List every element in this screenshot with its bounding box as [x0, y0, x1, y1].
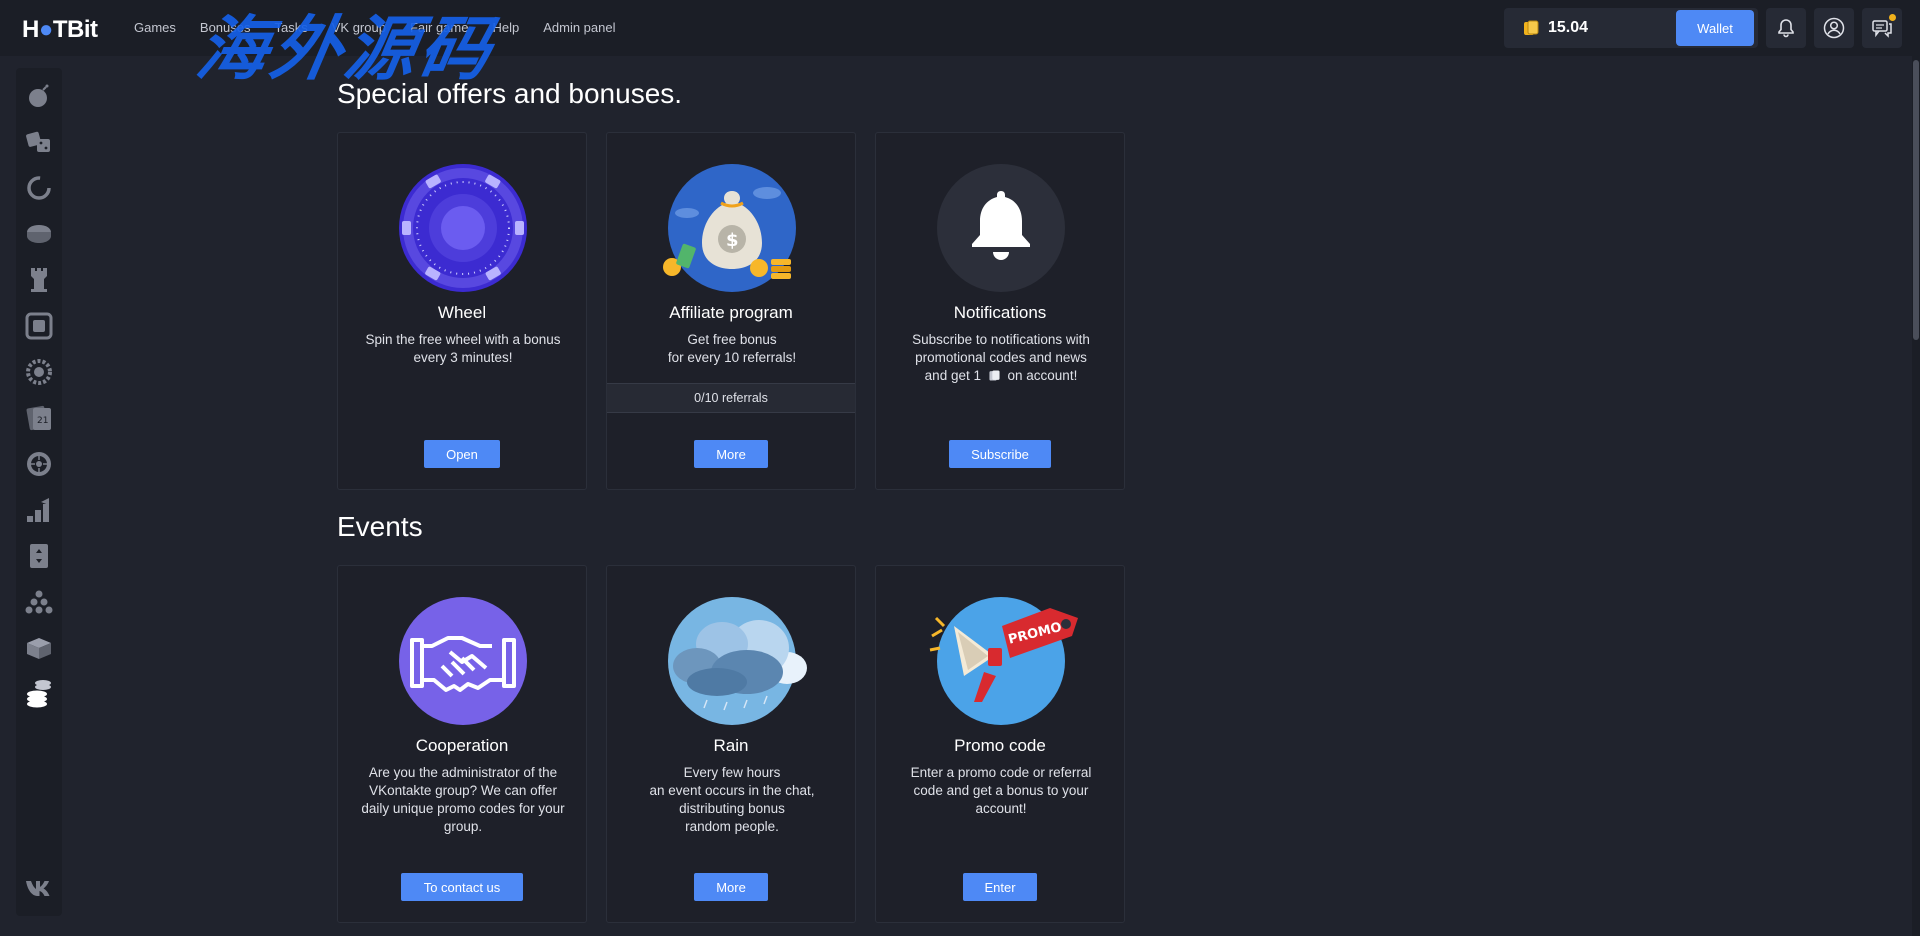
- rain-card: Rain Every few hours an event occurs in …: [606, 565, 856, 923]
- stairs-icon[interactable]: [23, 494, 55, 526]
- coin-icon: [989, 370, 1000, 381]
- balance-value: 15.04: [1548, 19, 1589, 36]
- logo[interactable]: H ● TBit: [22, 15, 98, 45]
- profile-button[interactable]: [1814, 8, 1854, 48]
- nav-games[interactable]: Games: [134, 20, 176, 35]
- wheel-description: Spin the free wheel with a bonus every 3…: [358, 331, 568, 367]
- rain-desc-line: random people.: [685, 819, 779, 834]
- cooperation-title: Cooperation: [415, 736, 509, 755]
- handshake-icon: [399, 597, 527, 725]
- offers-title: Special offers and bonuses.: [337, 78, 683, 109]
- affiliate-title: Affiliate program: [669, 303, 793, 322]
- subscribe-button[interactable]: Subscribe: [949, 440, 1051, 468]
- notifications-description: Subscribe to notifications with promotio…: [896, 331, 1106, 385]
- promo-description: Enter a promo code or referral code and …: [910, 765, 1092, 816]
- events-title: Events: [337, 511, 423, 542]
- rain-more-button[interactable]: More: [694, 873, 768, 901]
- page-scrollbar-track: [1912, 56, 1920, 936]
- wheel-desc-line: Spin the free wheel with a bonus: [365, 332, 561, 347]
- wheel-open-button[interactable]: Open: [424, 440, 500, 468]
- affiliate-desc-line: Get free bonus: [687, 332, 777, 347]
- money-bag-icon: $: [663, 164, 796, 292]
- bell-icon: [1778, 19, 1794, 38]
- wallet-box: 15.04 Wallet: [1504, 8, 1758, 48]
- logo-flame: ●: [38, 16, 54, 43]
- hilo-icon[interactable]: [23, 540, 55, 572]
- affiliate-more-button[interactable]: More: [694, 440, 768, 468]
- bell-large-icon: [937, 164, 1065, 292]
- affiliate-description: Get free bonus for every 10 referrals!: [627, 331, 837, 367]
- notifications-title: Notifications: [953, 303, 1047, 322]
- rain-desc-line: an event occurs in the chat, distributin…: [649, 783, 815, 816]
- notifications-card: Notifications Subscribe to notifications…: [875, 132, 1125, 490]
- nav-bonuses[interactable]: Bonuses: [200, 20, 251, 35]
- chat-badge: [1889, 14, 1896, 21]
- contact-us-button[interactable]: To contact us: [401, 873, 523, 901]
- wheel-desc-line: every 3 minutes!: [413, 350, 513, 365]
- dice-icon[interactable]: [23, 126, 55, 158]
- promo-enter-button[interactable]: Enter: [963, 873, 1037, 901]
- wheel-title: Wheel: [437, 303, 487, 322]
- svg-text:$: $: [726, 230, 739, 251]
- coins-stack-icon[interactable]: [23, 678, 55, 710]
- megaphone-icon: PROMO: [929, 597, 1078, 725]
- blackjack-icon[interactable]: 21: [23, 402, 55, 434]
- logo-letter: H: [22, 16, 39, 43]
- page-scrollbar-thumb[interactable]: [1913, 60, 1919, 340]
- rain-title: Rain: [713, 736, 749, 755]
- nav-vk-group[interactable]: VK group: [332, 20, 386, 35]
- crash-icon[interactable]: [23, 172, 55, 204]
- promo-card: PROMO Promo code Enter a promo code or r…: [875, 565, 1125, 923]
- wheel-game-icon[interactable]: [23, 356, 55, 388]
- nav-admin-panel[interactable]: Admin panel: [543, 20, 615, 35]
- rain-desc-line: Every few hours: [683, 765, 781, 780]
- affiliate-card: $ Affiliate program Get free bonus for e…: [606, 132, 856, 490]
- plinko-icon[interactable]: [23, 586, 55, 618]
- bonus-text-end: on account!: [1007, 368, 1078, 383]
- user-icon: [1823, 17, 1845, 39]
- nav-tasks[interactable]: Tasks: [275, 20, 308, 35]
- top-bar: H ● TBit Games Bonuses Tasks VK group Fair…: [0, 0, 1920, 90]
- box-icon[interactable]: [23, 632, 55, 664]
- promo-title: Promo code: [954, 736, 1046, 755]
- logo-text: TBit: [52, 16, 98, 43]
- bonus-text: and get 1: [924, 368, 981, 383]
- roulette-icon[interactable]: [23, 448, 55, 480]
- wallet-button[interactable]: Wallet: [1676, 10, 1754, 46]
- svg-text:21: 21: [37, 416, 48, 426]
- wheel-card: Wheel Spin the free wheel with a bonus e…: [337, 132, 587, 490]
- chat-button[interactable]: [1862, 8, 1902, 48]
- tower-icon[interactable]: [23, 264, 55, 296]
- wheel-icon: [399, 164, 527, 292]
- nav-help[interactable]: Help: [492, 20, 519, 35]
- main-nav: Games Bonuses Tasks VK group Fair game H…: [134, 20, 640, 35]
- chat-icon: [1872, 20, 1892, 38]
- notifications-button[interactable]: [1766, 8, 1806, 48]
- affiliate-desc-line: for every 10 referrals!: [667, 350, 797, 365]
- vk-icon[interactable]: [23, 872, 55, 904]
- coin-icon: [1524, 20, 1539, 35]
- keno-icon[interactable]: [23, 310, 55, 342]
- rain-description: Every few hours an event occurs in the c…: [627, 764, 837, 836]
- cooperation-description: Are you the administrator of the VKontak…: [361, 765, 565, 834]
- notifications-desc-line: Subscribe to notifications with promotio…: [912, 332, 1090, 365]
- game-sidebar: 21: [16, 68, 62, 916]
- cooperation-card: Cooperation Are you the administrator of…: [337, 565, 587, 923]
- rain-cloud-icon: [668, 597, 807, 725]
- notifications-desc-bonus-line: and get 1 on account!: [896, 367, 1106, 385]
- nav-fair-game[interactable]: Fair game: [410, 20, 469, 35]
- bomb-icon[interactable]: [23, 80, 55, 112]
- referrals-progress: 0/10 referrals: [607, 383, 855, 413]
- coin-flip-icon[interactable]: [23, 218, 55, 250]
